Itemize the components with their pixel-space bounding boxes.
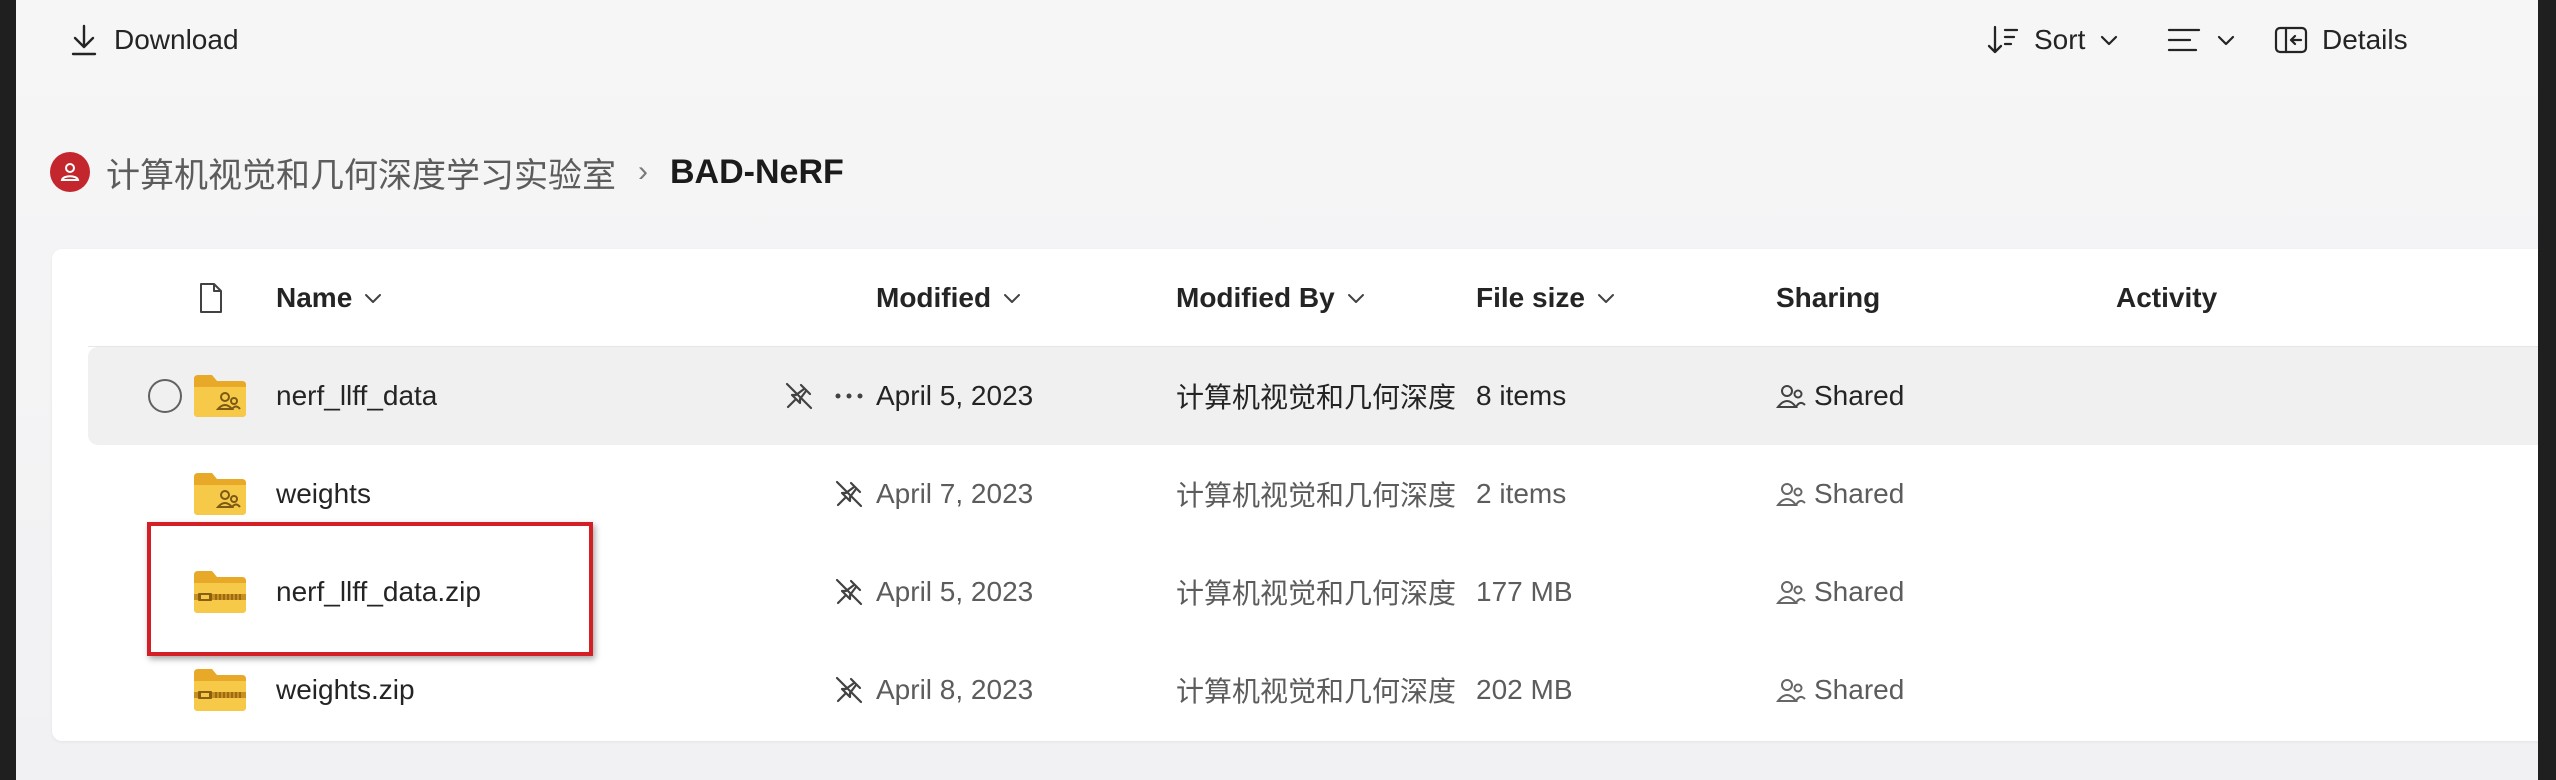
pin-off-icon[interactable] xyxy=(834,641,864,739)
column-header-sharing[interactable]: Sharing xyxy=(1776,249,1880,347)
file-list: Name Modified Modified By File size Shar… xyxy=(52,249,2554,741)
people-icon xyxy=(1776,481,1806,507)
window-edge-right xyxy=(2538,0,2556,780)
pin-off-icon[interactable] xyxy=(784,347,814,445)
sharing-label: Shared xyxy=(1814,674,1905,705)
modified-date: April 5, 2023 xyxy=(876,576,1034,607)
sharing-label: Shared xyxy=(1814,380,1905,411)
sharing-label: Shared xyxy=(1814,576,1905,607)
more-options-icon[interactable] xyxy=(834,347,864,445)
download-icon xyxy=(68,23,100,57)
view-options-button[interactable] xyxy=(2166,16,2236,64)
file-size: 202 MB xyxy=(1476,674,1573,705)
sort-button[interactable]: Sort xyxy=(1986,16,2119,64)
file-name[interactable]: nerf_llff_data xyxy=(276,347,437,445)
pin-off-icon[interactable] xyxy=(834,543,864,641)
breadcrumb-current-folder: BAD-NeRF xyxy=(670,152,844,191)
pin-off-icon[interactable] xyxy=(834,445,864,543)
file-browser-page: Download Sort Details 计算机视觉和几何深度学习实验室 › … xyxy=(16,0,2554,780)
modified-date: April 7, 2023 xyxy=(876,478,1034,509)
column-header-name-label: Name xyxy=(276,282,353,313)
chevron-down-icon xyxy=(1597,292,1615,304)
modified-by[interactable]: 计算机视觉和几何深度 xyxy=(1176,543,1458,641)
breadcrumb: 计算机视觉和几何深度学习实验室 › BAD-NeRF xyxy=(50,143,844,201)
window-edge-left xyxy=(0,0,16,780)
modified-by[interactable]: 计算机视觉和几何深度 xyxy=(1176,641,1458,739)
chevron-down-icon xyxy=(2099,33,2119,47)
modified-by[interactable]: 计算机视觉和几何深度 xyxy=(1176,347,1458,445)
modified-date: April 8, 2023 xyxy=(876,674,1034,705)
row-select-checkbox[interactable] xyxy=(148,347,182,445)
details-pane-icon xyxy=(2274,25,2308,55)
chevron-right-icon: › xyxy=(638,155,648,188)
people-icon xyxy=(1776,579,1806,605)
column-header-sharing-label: Sharing xyxy=(1776,282,1881,313)
file-size: 177 MB xyxy=(1476,576,1573,607)
sharing-label: Shared xyxy=(1814,478,1905,509)
modified-date: April 5, 2023 xyxy=(876,380,1034,411)
file-row[interactable]: nerf_llff_data April 5, 2023 计算机视觉和几何深度 … xyxy=(88,347,2554,445)
chevron-down-icon xyxy=(364,292,382,304)
people-icon xyxy=(1776,383,1806,409)
column-header-activity-label: Activity xyxy=(2116,282,2218,313)
sharing-status[interactable]: Shared xyxy=(1776,445,1904,543)
file-size: 2 items xyxy=(1476,478,1567,509)
chevron-down-icon xyxy=(2216,33,2236,47)
file-size: 8 items xyxy=(1476,380,1567,411)
column-header-modified-by[interactable]: Modified By xyxy=(1176,249,1365,347)
sort-icon xyxy=(1986,23,2020,57)
sharing-status[interactable]: Shared xyxy=(1776,543,1904,641)
column-header-modified-label: Modified xyxy=(876,282,992,313)
download-label: Download xyxy=(114,24,239,55)
people-icon xyxy=(1776,677,1806,703)
column-header-file-size[interactable]: File size xyxy=(1476,249,1615,347)
modified-by[interactable]: 计算机视觉和几何深度 xyxy=(1176,445,1458,543)
details-label: Details xyxy=(2322,24,2408,55)
highlight-annotation-box xyxy=(147,522,593,656)
column-header-modified[interactable]: Modified xyxy=(876,249,1021,347)
site-icon xyxy=(50,152,90,192)
chevron-down-icon xyxy=(1347,292,1365,304)
sharing-status[interactable]: Shared xyxy=(1776,347,1904,445)
column-header-activity[interactable]: Activity xyxy=(2116,249,2217,347)
column-header-file-size-label: File size xyxy=(1476,282,1585,313)
column-header-name[interactable]: Name xyxy=(276,249,382,347)
shared-folder-icon xyxy=(192,347,248,445)
details-button[interactable]: Details xyxy=(2274,16,2408,64)
chevron-down-icon xyxy=(1003,292,1021,304)
breadcrumb-site-link[interactable]: 计算机视觉和几何深度学习实验室 xyxy=(106,148,616,197)
checkbox-circle-icon xyxy=(148,379,182,413)
list-view-icon xyxy=(2166,25,2202,55)
file-type-column-header[interactable] xyxy=(198,249,224,347)
sort-label: Sort xyxy=(2034,24,2086,55)
download-button[interactable]: Download xyxy=(68,16,239,64)
file-type-icon xyxy=(198,282,224,314)
column-header-modified-by-label: Modified By xyxy=(1176,282,1335,313)
sharing-status[interactable]: Shared xyxy=(1776,641,1904,739)
